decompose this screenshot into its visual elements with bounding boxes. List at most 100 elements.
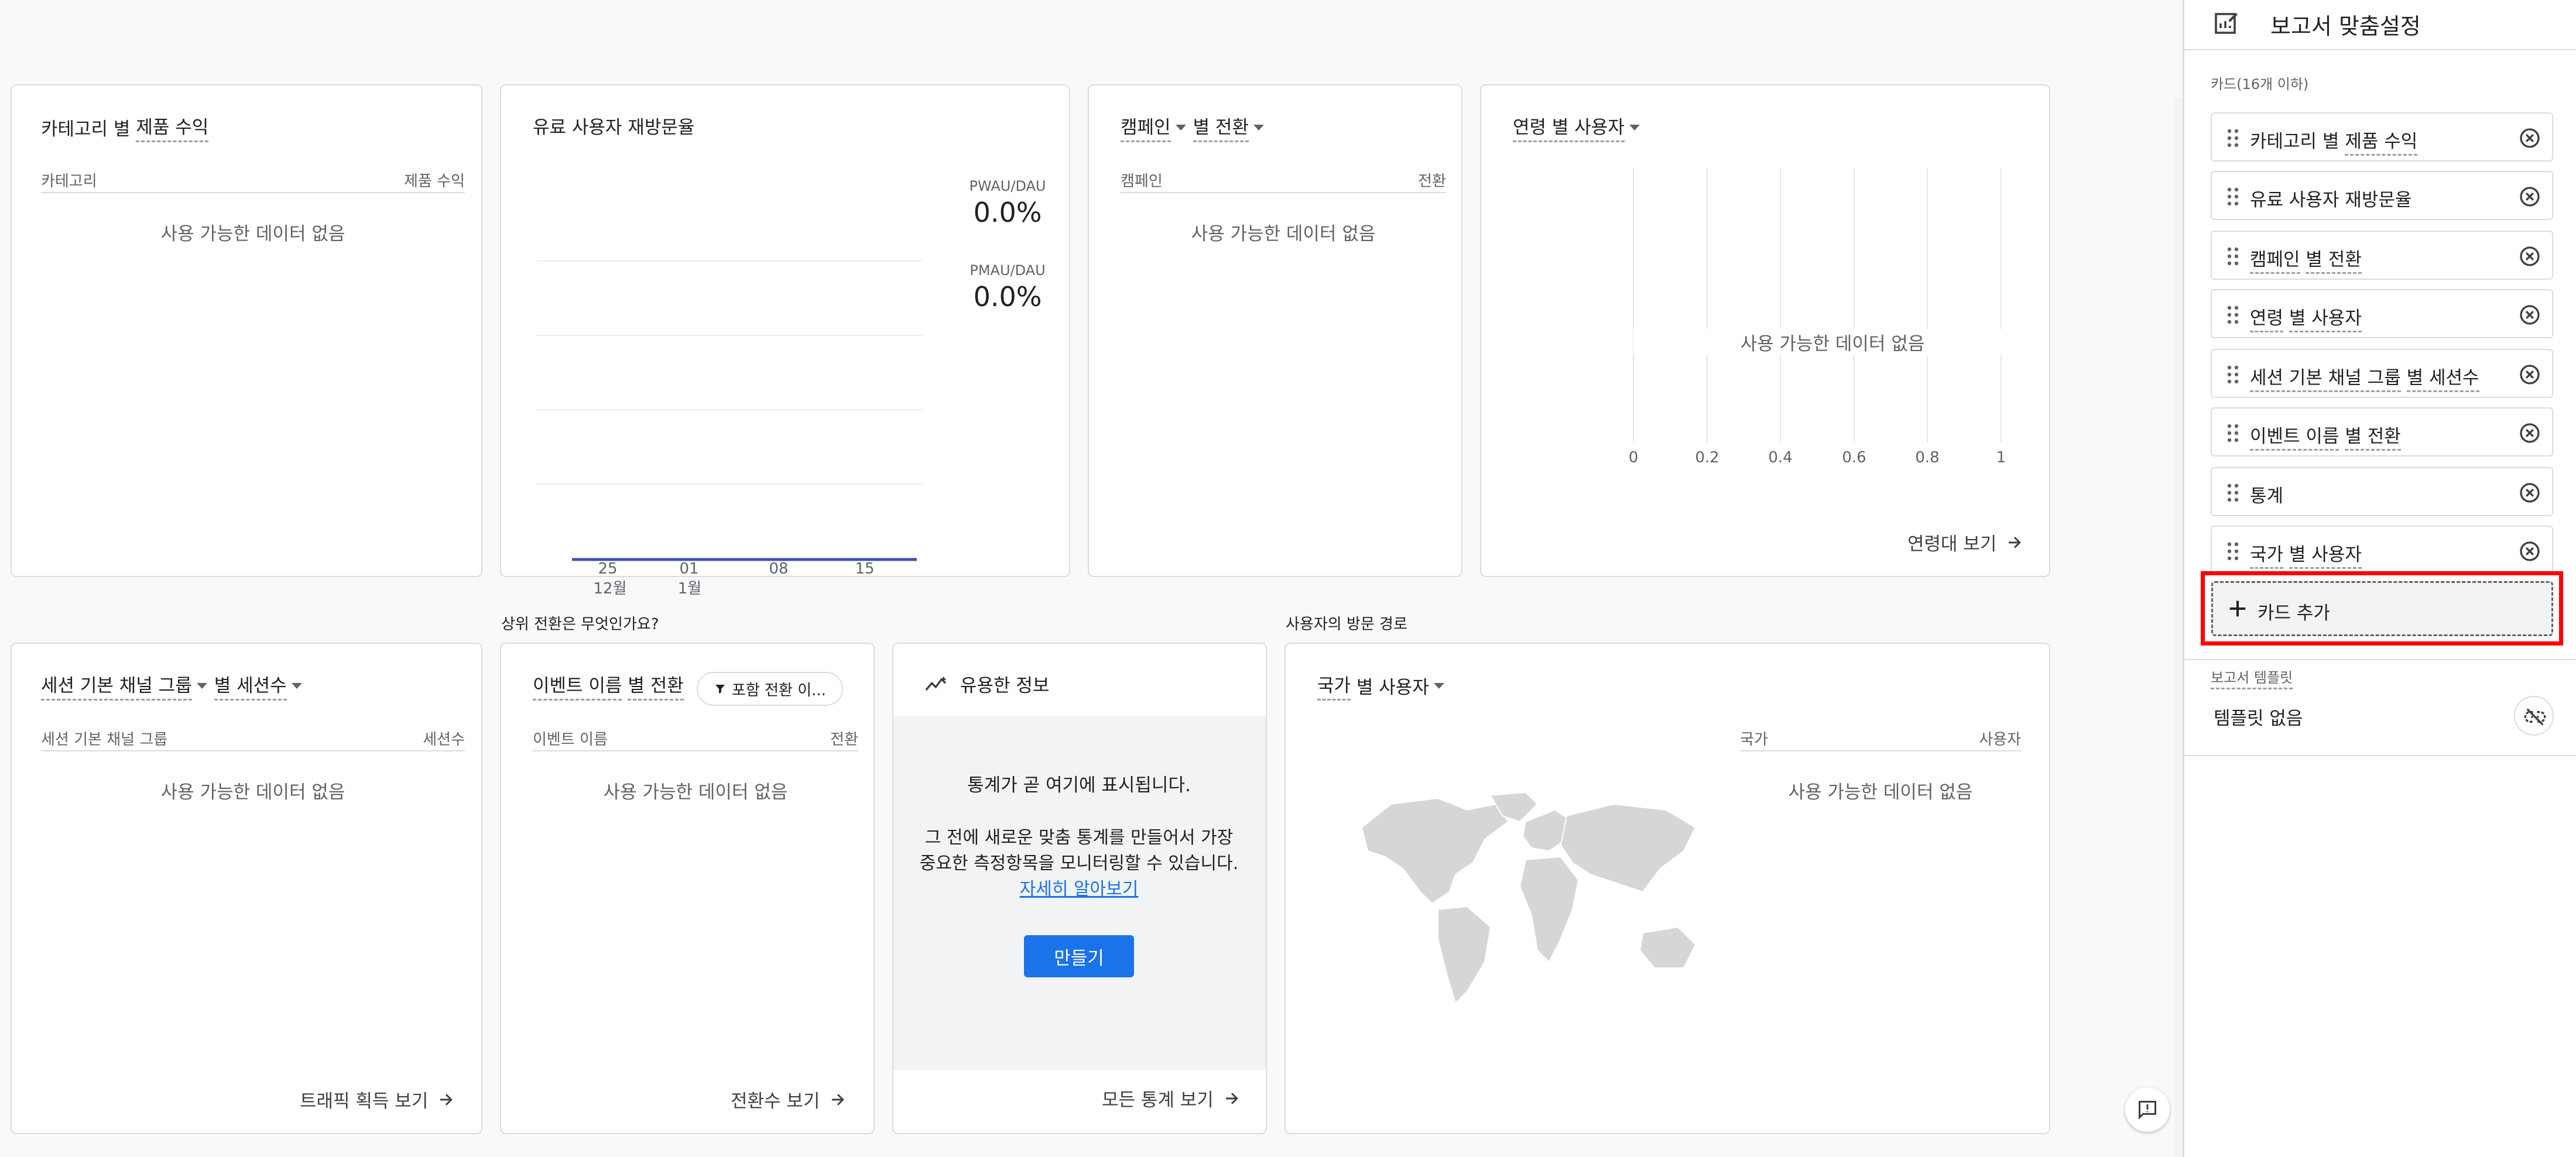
chevron-down-icon[interactable] <box>196 682 207 689</box>
column-header-conversions[interactable]: 전환 <box>1418 169 1446 191</box>
card-country: 국가 별 사용자 국가 사용자 사용 가능한 데이터 없음 <box>1284 643 2050 1134</box>
panel-header: 보고서 맞춤설정 <box>2184 0 2576 50</box>
link-off-icon <box>2524 708 2546 726</box>
chevron-down-icon[interactable] <box>1433 682 1444 689</box>
customize-report-panel: 보고서 맞춤설정 카드(16개 이하) 카테고리 별 제품 수익 유료 사용자 … <box>2183 0 2576 1157</box>
map-australia <box>1639 926 1697 969</box>
card-list-item[interactable]: 연령 별 사용자 <box>2211 289 2553 338</box>
metric-selector[interactable]: 별 세션수 <box>214 671 287 701</box>
card-age: 연령 별 사용자 0 0.2 0.4 0.6 0.8 1 사용 가능한 데이터 … <box>1480 84 2050 577</box>
column-header-revenue[interactable]: 제품 수익 <box>404 169 465 191</box>
x-tick-label: 01 <box>679 560 698 578</box>
column-header-category: 카테고리 <box>41 172 97 190</box>
add-card-button[interactable]: 카드 추가 <box>2211 581 2553 636</box>
view-conversions-link[interactable]: 전환수 보기 <box>731 1086 847 1113</box>
card-list-item-label: 세션 기본 채널 그룹 별 세션수 <box>2250 363 2479 392</box>
report-canvas: 카테고리 별 제품 수익 카테고리 제품 수익 사용 가능한 데이터 없음 유료… <box>0 0 2183 1157</box>
arrow-right-icon <box>2009 536 2022 548</box>
create-insight-button[interactable]: 만들기 <box>1024 935 1134 977</box>
card-title: 캠페인 별 전환 <box>1121 112 1271 142</box>
table-header: 카테고리 제품 수익 <box>41 167 465 193</box>
card-list-item-label: 연령 별 사용자 <box>2250 303 2362 332</box>
arrow-right-icon <box>440 1093 453 1105</box>
item-metric: 별 전환 <box>2345 426 2401 451</box>
drag-handle-icon[interactable] <box>2226 424 2240 442</box>
remove-card-icon[interactable] <box>2518 421 2541 445</box>
dimension-selector[interactable]: 캠페인 <box>1121 112 1171 142</box>
world-map <box>1361 792 1697 1004</box>
arrow-right-icon <box>832 1093 845 1105</box>
chevron-down-icon[interactable] <box>291 682 302 689</box>
card-session-channel: 세션 기본 채널 그룹 별 세션수 세션 기본 채널 그룹 세션수 사용 가능한… <box>11 643 482 1134</box>
metric-selector[interactable]: 별 전환 <box>628 671 684 701</box>
report-template-label: 보고서 템플릿 <box>2211 666 2293 689</box>
column-header-conversions[interactable]: 전환 <box>830 727 858 749</box>
dimension-selector[interactable]: 연령 별 사용자 <box>1513 112 1625 142</box>
pmau-label: PMAU/DAU <box>970 262 1046 279</box>
chevron-down-icon[interactable] <box>1629 124 1640 131</box>
drag-handle-icon[interactable] <box>2226 129 2240 147</box>
x-tick-label: 0.6 <box>1842 449 1866 466</box>
card-list-item[interactable]: 카테고리 별 제품 수익 <box>2211 112 2553 162</box>
remove-card-icon[interactable] <box>2518 481 2541 504</box>
learn-more-link[interactable]: 자세히 알아보기 <box>1020 879 1139 899</box>
card-list-item[interactable]: 세션 기본 채널 그룹 별 세션수 <box>2211 349 2553 398</box>
metric-selector[interactable]: 제품 수익 <box>136 112 209 142</box>
card-list-item[interactable]: 통계 <box>2211 467 2553 516</box>
item-metric: 별 사용자 <box>2289 544 2362 569</box>
conversion-filter-chip[interactable]: 포함 전환 이... <box>697 672 843 706</box>
remove-card-icon[interactable] <box>2518 126 2541 150</box>
remove-card-icon[interactable] <box>2518 540 2541 563</box>
column-header-sessions[interactable]: 세션수 <box>423 727 465 749</box>
dimension-selector[interactable]: 국가 <box>1317 671 1351 701</box>
section-label-user-path: 사용자의 방문 경로 <box>1286 616 1407 633</box>
remove-card-icon[interactable] <box>2518 303 2541 327</box>
no-data-message: 사용 가능한 데이터 없음 <box>1633 329 2032 355</box>
metric-selector[interactable]: 별 전환 <box>1193 112 1249 142</box>
item-metric: 별 세션수 <box>2406 368 2479 392</box>
card-title: 이벤트 이름 별 전환 <box>533 671 684 701</box>
remove-card-icon[interactable] <box>2518 245 2541 268</box>
template-empty-text: 템플릿 없음 <box>2214 708 2303 729</box>
remove-card-icon[interactable] <box>2518 363 2541 386</box>
view-conversions-label: 전환수 보기 <box>731 1091 820 1112</box>
drag-handle-icon[interactable] <box>2226 365 2240 384</box>
unlink-template-button[interactable] <box>2514 696 2554 736</box>
card-title: 국가 별 사용자 <box>1317 671 1451 701</box>
chevron-down-icon[interactable] <box>1253 124 1264 131</box>
column-header-users[interactable]: 사용자 <box>1979 727 2021 749</box>
remove-card-icon[interactable] <box>2518 185 2541 208</box>
drag-handle-icon[interactable] <box>2226 247 2240 266</box>
drag-handle-icon[interactable] <box>2226 483 2240 502</box>
chevron-down-icon[interactable] <box>1175 124 1186 131</box>
item-dimension: 세션 기본 채널 그룹 <box>2250 368 2401 392</box>
panel-title: 보고서 맞춤설정 <box>2270 13 2421 39</box>
card-list-item[interactable]: 국가 별 사용자 <box>2211 526 2553 575</box>
table-header: 캠페인 전환 <box>1121 167 1446 193</box>
card-list-item[interactable]: 이벤트 이름 별 전환 <box>2211 407 2553 456</box>
dimension-selector[interactable]: 이벤트 이름 <box>533 671 622 701</box>
card-list-item[interactable]: 캠페인 별 전환 <box>2211 231 2553 280</box>
insights-body: 그 전에 새로운 맞춤 통계를 만들어서 가장 중요한 측정항목을 모니터링할 … <box>917 825 1241 902</box>
add-card-label: 카드 추가 <box>2258 603 2330 624</box>
view-age-link[interactable]: 연령대 보기 <box>1907 529 2023 555</box>
view-all-insights-link[interactable]: 모든 통계 보기 <box>1102 1085 1241 1111</box>
retention-line-chart: 25 01 08 15 12월 1월 <box>536 260 923 598</box>
page-scrollbar[interactable] <box>2174 98 2183 1157</box>
card-title: 연령 별 사용자 <box>1513 112 1647 142</box>
x-tick-label: 1 <box>1996 449 2006 466</box>
card-list-item[interactable]: 유료 사용자 재방문율 <box>2211 171 2553 220</box>
x-tick-label: 0.2 <box>1695 449 1719 466</box>
view-traffic-link[interactable]: 트래픽 획득 보기 <box>300 1086 455 1113</box>
dimension-selector[interactable]: 세션 기본 채널 그룹 <box>41 671 192 701</box>
item-metric: 별 전환 <box>2306 249 2362 274</box>
filter-chip-label: 포함 전환 이... <box>732 681 826 699</box>
feedback-button[interactable] <box>2125 1087 2170 1132</box>
divider <box>2184 659 2576 660</box>
drag-handle-icon[interactable] <box>2226 542 2240 561</box>
card-title: 카테고리 별 제품 수익 <box>41 112 209 142</box>
drag-handle-icon[interactable] <box>2226 187 2240 206</box>
card-campaign: 캠페인 별 전환 캠페인 전환 사용 가능한 데이터 없음 <box>1088 84 1462 577</box>
drag-handle-icon[interactable] <box>2226 305 2240 324</box>
card-title: 유용한 정보 <box>925 671 1049 697</box>
